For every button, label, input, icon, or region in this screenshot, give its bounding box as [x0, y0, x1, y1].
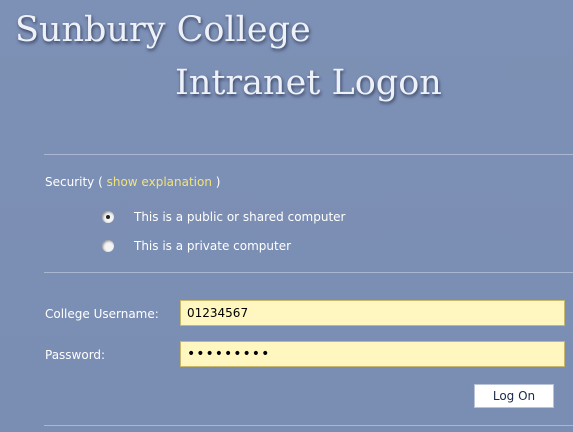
divider — [44, 272, 573, 273]
radio-option-public[interactable]: This is a public or shared computer — [102, 209, 345, 225]
radio-button-public[interactable] — [102, 211, 114, 223]
username-label: College Username: — [45, 307, 159, 321]
username-input[interactable] — [180, 300, 565, 326]
page-title-line2: Intranet Logon — [175, 63, 442, 103]
security-label: Security ( show explanation ) — [45, 175, 220, 189]
radio-label-private: This is a private computer — [134, 239, 292, 253]
page-title-line1: Sunbury College — [15, 10, 311, 50]
divider — [44, 425, 573, 426]
radio-option-private[interactable]: This is a private computer — [102, 238, 291, 254]
password-label: Password: — [45, 348, 106, 362]
divider — [44, 154, 573, 155]
radio-label-public: This is a public or shared computer — [134, 210, 346, 224]
security-label-suffix: ) — [211, 175, 221, 189]
log-on-button[interactable]: Log On — [474, 384, 554, 408]
security-label-prefix: Security ( — [45, 175, 107, 189]
show-explanation-link[interactable]: show explanation — [107, 175, 212, 189]
logon-page: Sunbury College Intranet Logon Security … — [0, 0, 573, 432]
password-input[interactable] — [180, 341, 565, 367]
radio-button-private[interactable] — [102, 240, 114, 252]
